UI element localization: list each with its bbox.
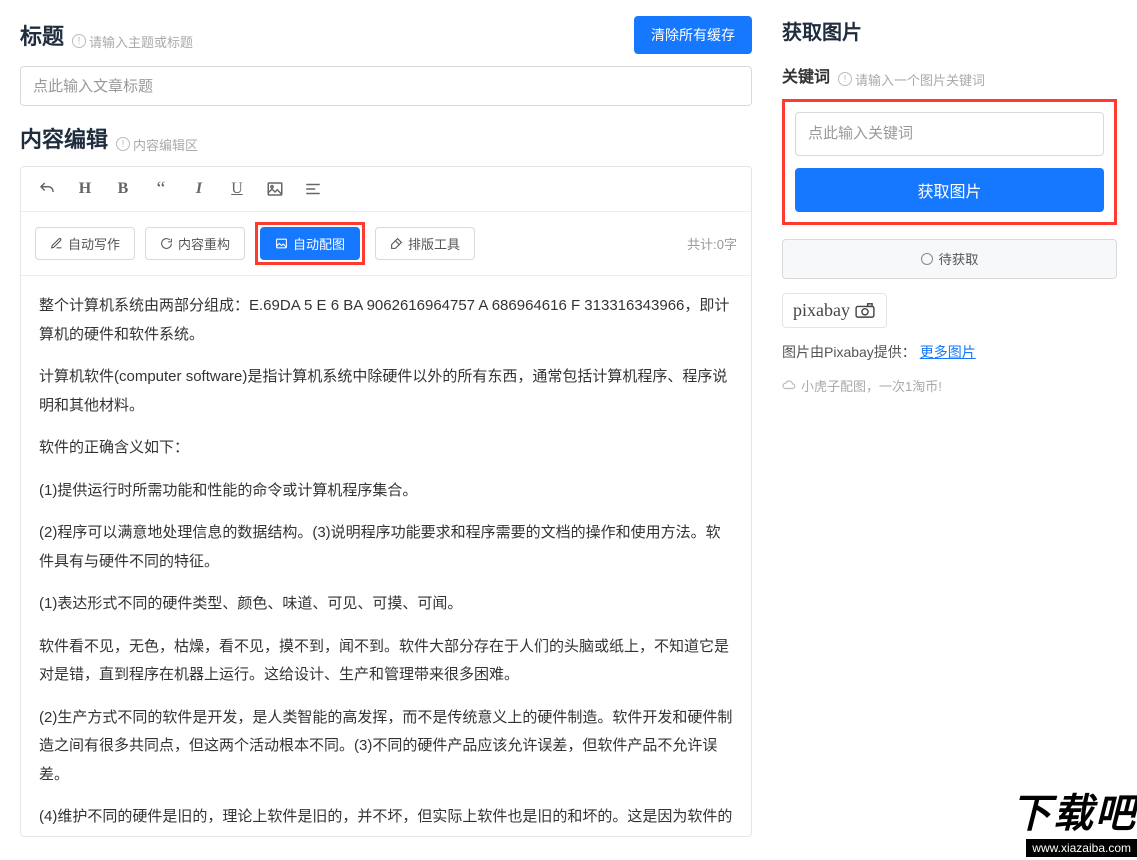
- auto-image-button[interactable]: 自动配图: [260, 227, 360, 260]
- layout-tool-button[interactable]: 排版工具: [375, 227, 475, 260]
- more-images-link[interactable]: 更多图片: [920, 344, 976, 360]
- content-hint: ! 内容编辑区: [116, 135, 198, 154]
- editor: H B “ I U 自动写作 内容重构: [20, 166, 752, 837]
- pixabay-badge: pixabay: [782, 293, 887, 328]
- fetch-image-button[interactable]: 获取图片: [795, 168, 1104, 212]
- content-paragraph: (4)维护不同的硬件是旧的，理论上软件是旧的，并不坏，但实际上软件也是旧的和坏的…: [39, 803, 733, 836]
- image-credit: 图片由Pixabay提供： 更多图片: [782, 342, 1117, 362]
- content-paragraph: (2)程序可以满意地处理信息的数据结构。(3)说明程序功能要求和程序需要的文档的…: [39, 519, 733, 576]
- title-input[interactable]: [20, 66, 752, 106]
- content-paragraph: 整个计算机系统由两部分组成：E.69DA 5 E 6 BA 9062616964…: [39, 292, 733, 349]
- circle-icon: [921, 253, 933, 265]
- info-icon: !: [838, 72, 852, 86]
- content-paragraph: (1)表达形式不同的硬件类型、颜色、味道、可见、可摸、可闻。: [39, 590, 733, 619]
- keyword-hint: ! 请输入一个图片关键词: [838, 70, 985, 89]
- title-hint: ! 请输入主题或标题: [72, 32, 193, 51]
- watermark-logo: 下载吧: [1011, 781, 1137, 839]
- content-paragraph: (1)提供运行时所需功能和性能的命令或计算机程序集合。: [39, 477, 733, 506]
- content-header: 内容编辑 ! 内容编辑区: [20, 122, 752, 154]
- content-label: 内容编辑: [20, 122, 108, 154]
- camera-icon: [854, 302, 876, 318]
- word-count: 共计:0字: [687, 234, 737, 253]
- undo-icon[interactable]: [35, 177, 59, 201]
- content-paragraph: 计算机软件(computer software)是指计算机系统中除硬件以外的所有…: [39, 363, 733, 420]
- cloud-icon: [782, 378, 796, 392]
- clear-cache-button[interactable]: 清除所有缓存: [634, 16, 752, 54]
- content-paragraph: 软件看不见，无色，枯燥，看不见，摸不到，闻不到。软件大部分存在于人们的头脑或纸上…: [39, 633, 733, 690]
- pending-button[interactable]: 待获取: [782, 239, 1117, 279]
- quote-icon[interactable]: “: [149, 177, 173, 201]
- align-left-icon[interactable]: [301, 177, 325, 201]
- info-icon: !: [72, 34, 86, 48]
- sidebar-title: 获取图片: [782, 16, 1117, 45]
- image-icon[interactable]: [263, 177, 287, 201]
- auto-image-highlight: 自动配图: [255, 222, 365, 265]
- footnote: 小虎子配图，一次1淘币!: [782, 376, 1117, 395]
- watermark-url: www.xiazaiba.com: [1026, 839, 1137, 857]
- editor-content[interactable]: 整个计算机系统由两部分组成：E.69DA 5 E 6 BA 9062616964…: [21, 276, 751, 836]
- underline-icon[interactable]: U: [225, 177, 249, 201]
- keyword-highlight-box: 获取图片: [782, 99, 1117, 225]
- restructure-button[interactable]: 内容重构: [145, 227, 245, 260]
- italic-icon[interactable]: I: [187, 177, 211, 201]
- content-paragraph: 软件的正确含义如下：: [39, 434, 733, 463]
- action-toolbar: 自动写作 内容重构 自动配图 排版工具 共计:0字: [21, 212, 751, 276]
- bold-icon[interactable]: B: [111, 177, 135, 201]
- format-toolbar: H B “ I U: [21, 167, 751, 212]
- keyword-label: 关键词: [782, 63, 830, 87]
- info-icon: !: [116, 137, 130, 151]
- title-header: 标题 ! 请输入主题或标题 清除所有缓存: [20, 16, 752, 54]
- content-paragraph: (2)生产方式不同的软件是开发，是人类智能的高发挥，而不是传统意义上的硬件制造。…: [39, 704, 733, 790]
- heading-icon[interactable]: H: [73, 177, 97, 201]
- keyword-header: 关键词 ! 请输入一个图片关键词: [782, 63, 1117, 89]
- auto-write-button[interactable]: 自动写作: [35, 227, 135, 260]
- watermark: 下载吧 www.xiazaiba.com: [1011, 781, 1137, 857]
- keyword-input[interactable]: [795, 112, 1104, 156]
- title-label: 标题: [20, 19, 64, 51]
